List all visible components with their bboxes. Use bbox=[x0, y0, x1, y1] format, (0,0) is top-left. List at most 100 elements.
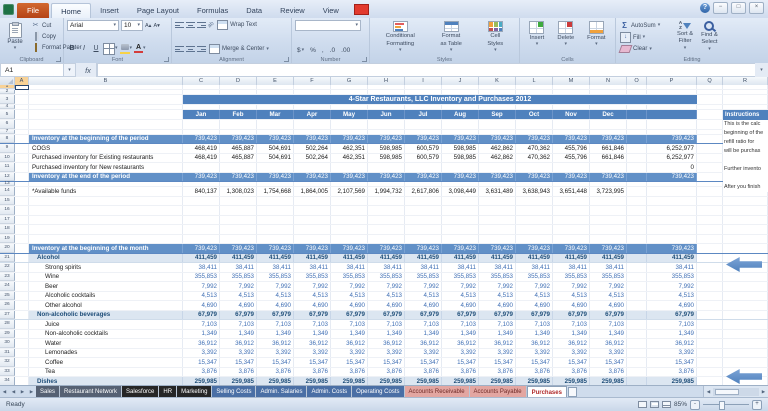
row-header-19[interactable]: 19 bbox=[0, 235, 15, 244]
cell-value[interactable]: 355,853 bbox=[405, 273, 442, 282]
cell-value[interactable]: 739,423 bbox=[553, 244, 590, 253]
cell[interactable] bbox=[723, 244, 768, 253]
align-left-icon[interactable] bbox=[175, 45, 184, 53]
cell-value[interactable] bbox=[479, 163, 516, 172]
cell-value[interactable]: 4,513 bbox=[516, 292, 553, 301]
row-label[interactable]: Purchased inventory for Existing restaur… bbox=[29, 154, 183, 163]
align-center-icon[interactable] bbox=[186, 45, 195, 53]
cell-value[interactable]: 739,423 bbox=[331, 244, 368, 253]
cell-A[interactable] bbox=[15, 187, 29, 196]
cell-value[interactable]: 4,690 bbox=[183, 301, 220, 310]
cell[interactable] bbox=[627, 263, 647, 272]
month-header-nov[interactable]: Nov bbox=[553, 110, 590, 119]
cell-value[interactable]: 355,853 bbox=[294, 273, 331, 282]
cell[interactable] bbox=[590, 225, 627, 234]
cell-value[interactable]: 3,876 bbox=[183, 368, 220, 377]
cell[interactable] bbox=[647, 110, 697, 119]
cell[interactable] bbox=[647, 206, 697, 215]
cell[interactable] bbox=[627, 254, 647, 263]
cell-A[interactable] bbox=[15, 135, 29, 144]
row-header-21[interactable]: 21 bbox=[0, 254, 15, 263]
row-label[interactable]: *Available funds bbox=[29, 187, 183, 196]
cell-value[interactable]: 7,992 bbox=[220, 282, 257, 291]
cell[interactable] bbox=[627, 235, 647, 244]
cell-value[interactable]: 38,411 bbox=[331, 263, 368, 272]
cell-value[interactable]: 462,862 bbox=[479, 154, 516, 163]
cell[interactable] bbox=[697, 273, 723, 282]
cell-value[interactable]: 3,876 bbox=[479, 368, 516, 377]
cell[interactable] bbox=[220, 130, 257, 134]
cell-value[interactable]: 4,513 bbox=[220, 292, 257, 301]
cell[interactable] bbox=[257, 105, 294, 109]
cell[interactable] bbox=[405, 235, 442, 244]
cell[interactable] bbox=[697, 216, 723, 225]
cell[interactable] bbox=[257, 235, 294, 244]
underline-button[interactable]: U bbox=[91, 43, 101, 54]
zoom-slider-thumb[interactable] bbox=[719, 401, 725, 410]
column-header-J[interactable]: J bbox=[442, 77, 479, 85]
cell-value[interactable]: 15,347 bbox=[405, 358, 442, 367]
cell-value[interactable]: 462,351 bbox=[331, 144, 368, 153]
cell[interactable] bbox=[405, 105, 442, 109]
wrap-text-button[interactable]: Wrap Text bbox=[216, 20, 258, 30]
cell[interactable] bbox=[590, 105, 627, 109]
cell[interactable] bbox=[29, 120, 183, 129]
cell-value[interactable]: 1,349 bbox=[590, 330, 627, 339]
cell-value[interactable] bbox=[553, 163, 590, 172]
cell-value[interactable]: 739,423 bbox=[442, 135, 479, 144]
cell[interactable] bbox=[516, 225, 553, 234]
cell-value[interactable]: 411,459 bbox=[368, 254, 405, 263]
cell[interactable] bbox=[723, 197, 768, 206]
row-header-22[interactable]: 22 bbox=[0, 263, 15, 272]
cell-value[interactable]: 739,423 bbox=[294, 135, 331, 144]
cell[interactable] bbox=[442, 216, 479, 225]
row-label[interactable]: Non-alcoholic cocktails bbox=[29, 330, 183, 339]
cell-value[interactable]: 3,723,995 bbox=[590, 187, 627, 196]
cell-value[interactable]: 7,103 bbox=[553, 320, 590, 329]
page-layout-view-icon[interactable] bbox=[650, 401, 659, 408]
cell-value[interactable]: 3,392 bbox=[590, 349, 627, 358]
row-label[interactable]: Tea bbox=[29, 368, 183, 377]
cell[interactable] bbox=[405, 90, 442, 94]
cell[interactable] bbox=[590, 130, 627, 134]
scrollbar-thumb[interactable] bbox=[715, 389, 739, 395]
cell[interactable] bbox=[697, 144, 723, 153]
cell-value[interactable]: 67,979 bbox=[479, 311, 516, 320]
cell[interactable] bbox=[627, 130, 647, 134]
cell-value[interactable]: 259,985 bbox=[294, 377, 331, 385]
cell[interactable] bbox=[627, 206, 647, 215]
cell[interactable] bbox=[697, 105, 723, 109]
cell[interactable] bbox=[516, 120, 553, 129]
cell-value[interactable]: 4,690 bbox=[257, 301, 294, 310]
cell-value[interactable]: 3,392 bbox=[257, 349, 294, 358]
cell-value[interactable]: 36,912 bbox=[479, 339, 516, 348]
cell-value[interactable]: 38,411 bbox=[257, 263, 294, 272]
name-box-dropdown-icon[interactable]: ▾ bbox=[64, 63, 76, 77]
row-label[interactable]: Beer bbox=[29, 282, 183, 291]
cell[interactable] bbox=[29, 85, 183, 89]
cell-A[interactable] bbox=[15, 120, 29, 129]
cell-value[interactable]: 259,985 bbox=[405, 377, 442, 385]
cell[interactable] bbox=[697, 130, 723, 134]
cell[interactable] bbox=[368, 90, 405, 94]
cell-value[interactable]: 739,423 bbox=[479, 173, 516, 182]
cell-value[interactable]: 739,423 bbox=[590, 244, 627, 253]
cell[interactable] bbox=[442, 182, 479, 186]
row-header-3[interactable]: 3 bbox=[0, 95, 15, 104]
cell[interactable] bbox=[29, 225, 183, 234]
cell-value[interactable]: 7,992 bbox=[331, 282, 368, 291]
cell[interactable] bbox=[697, 339, 723, 348]
cell[interactable] bbox=[516, 130, 553, 134]
cell-total[interactable]: 0 bbox=[647, 163, 697, 172]
cell[interactable] bbox=[220, 235, 257, 244]
row-header-33[interactable]: 33 bbox=[0, 368, 15, 377]
column-header-G[interactable]: G bbox=[331, 77, 368, 85]
cell-total[interactable]: 3,876 bbox=[647, 368, 697, 377]
row-label[interactable]: Wine bbox=[29, 273, 183, 282]
tab-data[interactable]: Data bbox=[237, 3, 271, 18]
cell[interactable] bbox=[257, 120, 294, 129]
cell[interactable] bbox=[697, 182, 723, 186]
cell[interactable] bbox=[590, 216, 627, 225]
cell-value[interactable]: 1,349 bbox=[368, 330, 405, 339]
cell[interactable] bbox=[516, 85, 553, 89]
